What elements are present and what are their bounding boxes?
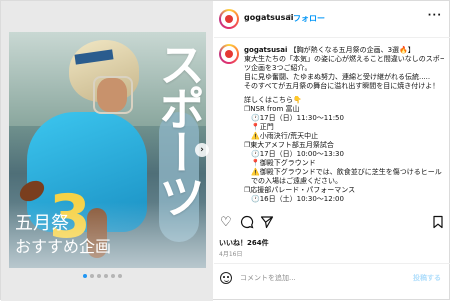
follow-button[interactable]: フォロー <box>293 13 325 24</box>
carousel-dot <box>104 274 108 278</box>
comment-bar: 投稿する <box>214 263 450 302</box>
heart-icon[interactable]: ♡ <box>220 215 232 231</box>
carousel-dot <box>90 274 94 278</box>
post-header: gogatsusai • フォロー ··· <box>214 1 450 38</box>
caption-line: ⚠️御殿下グラウンドでは、飲食並びに芝生を傷つけるヒール <box>244 168 442 176</box>
caption-line: 🕐17日（日）10:00〜13:30 <box>244 150 344 158</box>
likes-count[interactable]: いいね！264件 <box>219 238 269 248</box>
media-subtitle-1: 五月祭 <box>15 213 69 234</box>
caption-line: 🕐16日（土）10:30〜12:00 <box>244 195 344 203</box>
avatar[interactable] <box>219 9 239 29</box>
photo-facemask <box>93 76 133 114</box>
bookmark-icon[interactable] <box>432 215 444 234</box>
media-subtitle-2: おすすめ企画 <box>15 237 112 256</box>
caption-line: 【胸が熱くなる五月祭の企画、3選🔥】 <box>289 46 415 54</box>
carousel-dot <box>111 274 115 278</box>
share-icon[interactable] <box>260 215 274 234</box>
post-media: 3 スポーツ 五月祭 おすすめ企画 › <box>1 1 213 301</box>
media-title: スポーツ <box>152 41 206 217</box>
comment-input[interactable] <box>240 271 390 285</box>
caption-line: 📍御殿下グラウンド <box>244 159 316 167</box>
caption-username[interactable]: gogatsusai <box>244 46 287 54</box>
caption-line: ⚠️小雨決行/荒天中止 <box>244 132 319 140</box>
caption-area: gogatsusai 【胸が熱くなる五月祭の企画、3選🔥】 東大生たちの「本気」… <box>219 44 444 212</box>
caption-line: 📍正門 <box>244 123 274 131</box>
post-comment-button[interactable]: 投稿する <box>413 273 441 283</box>
carousel-dot <box>97 274 101 278</box>
separator-dot: • <box>287 12 292 21</box>
caption-line: ❐応援部パレード・パフォーマンス <box>244 186 356 194</box>
caption-line: ❐NSR from 富山 <box>244 105 300 113</box>
caption-text: gogatsusai 【胸が熱くなる五月祭の企画、3選🔥】 東大生たちの「本気」… <box>244 46 444 204</box>
caption-line: 🕐17日（日）11:30〜11:50 <box>244 114 344 122</box>
action-bar: ♡ <box>214 215 450 233</box>
caption-line: 東大生たちの「本気」の姿に心が燃えること間違いなしのスポー <box>244 55 444 63</box>
post-side-panel: gogatsusai • フォロー ··· gogatsusai 【胸が熱くなる… <box>214 1 450 301</box>
caption-line: ❐東大アメフト部五月祭試合 <box>244 141 334 149</box>
post-date: 4月16日 <box>219 251 243 258</box>
carousel-dots <box>83 274 122 278</box>
post-dialog: 3 スポーツ 五月祭 おすすめ企画 › gogatsusai • フォロー <box>0 0 450 301</box>
caption-line: 詳しくはこちら👇 <box>244 96 302 104</box>
caption-line: での入場はご遠慮ください。 <box>244 177 342 185</box>
next-slide-button[interactable]: › <box>195 143 209 157</box>
carousel-dot <box>118 274 122 278</box>
comment-icon[interactable] <box>240 215 254 234</box>
caption-avatar[interactable] <box>219 44 239 64</box>
emoji-icon[interactable] <box>220 272 232 284</box>
carousel-dot <box>83 274 87 278</box>
caption-line: ツ企画を3つご紹介。 <box>244 64 312 72</box>
caption-line: そのすべてが五月祭の舞台に溢れ出す瞬間を目に焼き付けよ！ <box>244 82 440 90</box>
caption-line: 目に見ゆ奮闘、たゆまぬ努力、連綿と受け継がれる伝統..... <box>244 73 431 81</box>
more-options-icon[interactable]: ··· <box>428 10 442 21</box>
